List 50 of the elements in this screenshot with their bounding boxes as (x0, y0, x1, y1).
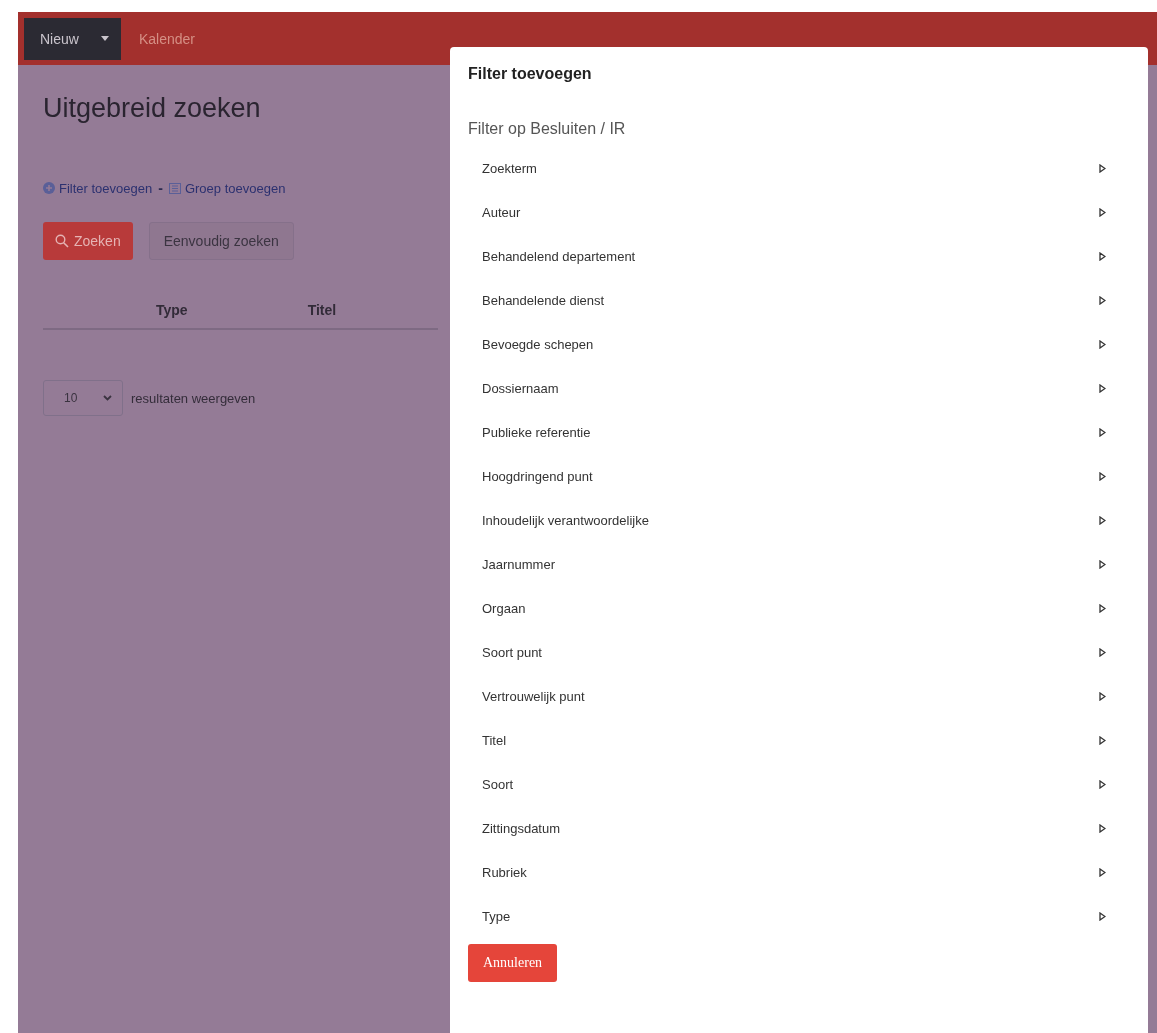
dialog-title: Filter toevoegen (468, 65, 592, 83)
section-heading: Filter op Besluiten / IR (468, 120, 626, 138)
triangle-right-icon (1099, 427, 1106, 437)
cancel-button[interactable]: Annuleren (468, 944, 558, 982)
plus-circle-icon (43, 182, 55, 194)
separator-dash: - (158, 180, 163, 196)
triangle-right-icon (1099, 823, 1106, 833)
caret-icon (100, 36, 109, 41)
chevron-down-icon (103, 395, 112, 401)
triangle-right-icon (1099, 735, 1106, 745)
filter-option[interactable]: Soort (468, 762, 1130, 806)
filter-option[interactable]: Behandelend departement (468, 234, 1130, 278)
triangle-right-icon (1099, 207, 1106, 217)
new-dropdown-button[interactable]: Nieuw (24, 17, 121, 60)
triangle-right-icon (1099, 251, 1106, 261)
triangle-right-icon (1099, 911, 1106, 921)
search-icon (55, 234, 69, 248)
filter-option[interactable]: Auteur (468, 190, 1130, 234)
column-header: Titel (307, 302, 337, 318)
triangle-right-icon (1099, 779, 1106, 789)
filter-option[interactable]: Jaarnummer (468, 542, 1130, 586)
triangle-right-icon (1099, 295, 1106, 305)
triangle-right-icon (1099, 339, 1106, 349)
triangle-right-icon (1099, 647, 1106, 657)
filter-option[interactable]: Publieke referentie (468, 410, 1130, 454)
filter-option[interactable]: Rubriek (468, 850, 1130, 894)
filter-option[interactable]: Zoekterm (468, 146, 1130, 190)
triangle-right-icon (1099, 383, 1106, 393)
triangle-right-icon (1099, 559, 1106, 569)
filter-option[interactable]: Orgaan (468, 586, 1130, 630)
filter-option[interactable]: Bevoegde schepen (468, 322, 1130, 366)
filter-option[interactable]: Type (468, 894, 1130, 938)
triangle-right-icon (1099, 691, 1106, 701)
triangle-right-icon (1099, 867, 1106, 877)
column-header: Type (156, 302, 188, 318)
page-title: Uitgebreid zoeken (43, 93, 262, 124)
filter-option[interactable]: Behandelende dienst (468, 278, 1130, 322)
triangle-right-icon (1099, 471, 1106, 481)
filter-option[interactable]: Inhoudelijk verantwoordelijke (468, 498, 1130, 542)
filter-option[interactable]: Zittingsdatum (468, 806, 1130, 850)
page-size-label: resultaten weergeven (131, 390, 256, 406)
filter-option[interactable]: Soort punt (468, 630, 1130, 674)
triangle-right-icon (1099, 163, 1106, 173)
filter-option[interactable]: Dossiernaam (468, 366, 1130, 410)
triangle-right-icon (1099, 603, 1106, 613)
triangle-right-icon (1099, 515, 1106, 525)
group-icon (168, 182, 181, 194)
filter-option[interactable]: Hoogdringend punt (468, 454, 1130, 498)
filter-option[interactable]: Titel (468, 718, 1130, 762)
filter-option[interactable]: Vertrouwelijk punt (468, 674, 1130, 718)
